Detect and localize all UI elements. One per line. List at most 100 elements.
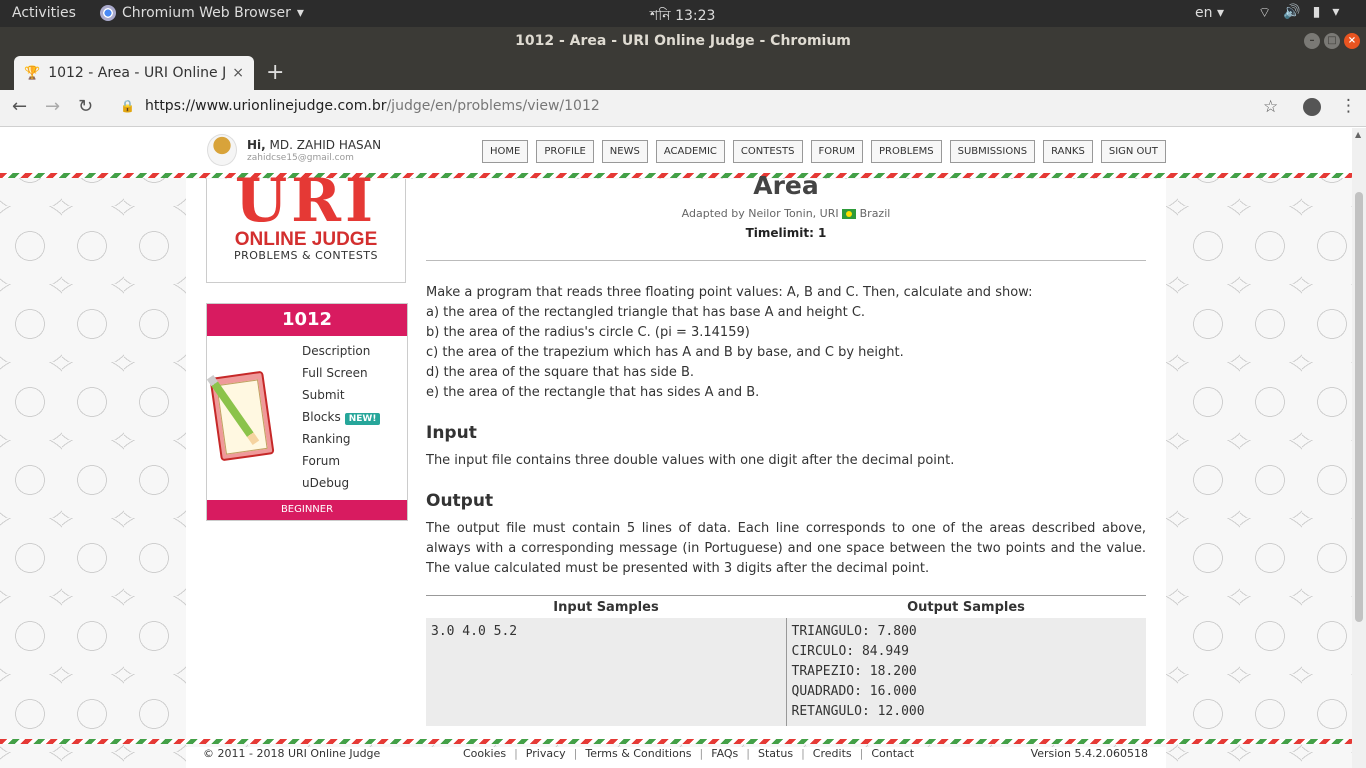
footer-link-privacy[interactable]: Privacy [526,747,566,760]
site-footer: © 2011 - 2018 URI Online Judge Cookies | P… [186,747,1166,768]
scrollbar-thumb[interactable] [1355,192,1363,622]
sidebar-item-label: Submit [302,388,345,402]
footer-links: Cookies | Privacy | Terms & Conditions | FAQs |… [463,747,914,760]
app-menu[interactable]: Chromium Web Browser ▾ [100,5,304,21]
sample-output-line: QUADRADO: 16.000 [791,683,917,699]
sample-output-line: TRAPEZIO: 18.200 [791,663,917,679]
nav-sign-out-button[interactable]: SIGN OUT [1100,140,1166,163]
description-line: b) the area of the radius's circle C. (p… [426,325,750,340]
scroll-up-icon[interactable]: ▲ [1355,130,1361,139]
new-tab-button[interactable]: + [266,60,284,85]
footer-separator: | [699,747,704,760]
url-host: https://www.urionlinejudge.com.br [144,98,387,114]
sample-output-line: RETANGULO: 12.000 [791,703,925,719]
minimize-button[interactable]: – [1304,33,1320,49]
sidebar-item-blocks[interactable]: Blocks NEW! [302,408,381,430]
wifi-icon: ⌔ [1258,5,1272,21]
nav-news-button[interactable]: NEWS [601,140,648,163]
nav-contests-button[interactable]: CONTESTS [732,140,803,163]
window-controls: – □ × [1304,33,1360,49]
back-arrow-icon[interactable]: ← [12,96,27,117]
content-panel: URI ONLINE JUDGE PROBLEMS & CONTESTS 101… [186,171,1166,742]
page-viewport: Hi, MD. ZAHID HASAN zahidcse15@gmail.com… [0,128,1352,768]
sidebar-item-label: Description [302,344,371,358]
user-name: MD. ZAHID HASAN [269,138,382,152]
avatar[interactable] [207,134,237,166]
footer-link-credits[interactable]: Credits [813,747,852,760]
close-window-button[interactable]: × [1344,33,1360,49]
lock-icon: 🔒 [120,99,135,113]
nav-ranks-button[interactable]: RANKS [1043,140,1093,163]
logo-tagline: PROBLEMS & CONTESTS [233,249,379,262]
sidebar-item-label: uDebug [302,476,350,490]
input-heading: Input [426,423,477,443]
footer-separator: | [514,747,518,760]
output-heading: Output [426,491,494,511]
input-samples-header: Input Samples [553,600,659,616]
problem-main: Area Adapted by Neilor Tonin, URI Brazil… [426,173,1146,726]
nav-forum-button[interactable]: FORUM [810,140,864,163]
sample-input[interactable]: 3.0 4.0 5.2 [426,617,786,726]
nav-submissions-button[interactable]: SUBMISSIONS [949,140,1036,163]
window-title: 1012 - Area - URI Online Judge - Chromiu… [0,27,1366,56]
system-top-bar: Activities Chromium Web Browser ▾ শনি 13… [0,0,1366,27]
footer-link-faqs[interactable]: FAQs [711,747,738,760]
clipboard-icon [206,364,281,464]
sidebar-item-udebug[interactable]: uDebug [302,474,380,496]
tab-title: 1012 - Area - URI Online Ju [48,65,227,81]
sidebar-item-forum[interactable]: Forum [302,452,380,474]
footer-separator: | [746,747,751,760]
nav-profile-button[interactable]: PROFILE [536,140,594,163]
footer-link-terms-conditions[interactable]: Terms & Conditions [585,747,691,760]
nav-problems-button[interactable]: PROBLEMS [871,140,942,163]
site-logo[interactable]: URI ONLINE JUDGE PROBLEMS & CONTESTS [206,171,406,283]
vertical-scrollbar[interactable]: ▲ [1352,128,1366,768]
battery-icon: ▮ [1312,4,1321,20]
system-tray[interactable]: ⌔ 🔊 ▮ ▾ [1258,4,1339,22]
main-nav: HOME PROFILE NEWS ACADEMIC CONTESTS FORUM PROB… [482,140,1166,163]
chromium-icon [100,5,116,21]
close-tab-icon[interactable]: × [232,65,244,81]
clock[interactable]: শনি 13:23 [650,4,715,28]
sidebar-item-description[interactable]: Description [302,342,380,364]
nav-academic-button[interactable]: ACADEMIC [655,140,725,163]
user-email: zahidcse15@gmail.com [247,153,354,163]
language-label: en [1195,5,1213,21]
time-limit: Timelimit: 1 [745,226,827,240]
browser-tab[interactable]: 🏆 1012 - Area - URI Online Ju × [14,56,254,90]
description-line: a) the area of the rectangled triangle t… [426,305,866,320]
description-line: e) the area of the rectangle that has si… [426,385,760,400]
bookmark-star-icon[interactable]: ☆ [1263,97,1278,117]
description-line: Make a program that reads three floating… [426,285,1033,300]
sample-output-line: TRIANGULO: 7.800 [791,623,917,639]
output-samples-header: Output Samples [907,600,1025,616]
maximize-button[interactable]: □ [1324,33,1340,49]
footer-link-contact[interactable]: Contact [871,747,914,760]
divider [426,260,1146,261]
author-country: Brazil [859,207,891,220]
problem-sidebar: 1012 Description Full Screen Submit Blocks N… [206,303,408,521]
sidebar-item-full-screen[interactable]: Full Screen [302,364,380,386]
language-indicator[interactable]: en ▾ [1195,5,1224,21]
sample-output[interactable]: TRIANGULO: 7.800 CIRCULO: 84.949 TRAPEZIO:… [785,617,1146,726]
forward-arrow-icon[interactable]: → [45,96,60,117]
sidebar-item-submit[interactable]: Submit [302,386,380,408]
activities-button[interactable]: Activities [12,5,76,21]
browser-toolbar: ← → ↻ 🔒 https://www.urionlinejudge.com.b… [0,90,1366,127]
account-icon[interactable] [1303,98,1321,116]
problem-author: Adapted by Neilor Tonin, URI Brazil [426,207,1146,220]
logo-uri: URI [234,166,378,236]
address-bar[interactable]: 🔒 https://www.urionlinejudge.com.br/judg… [120,98,600,114]
output-text: The output file must contain 5 lines of … [426,521,1146,576]
footer-link-status[interactable]: Status [758,747,793,760]
reload-icon[interactable]: ↻ [78,96,93,117]
chevron-down-icon: ▾ [1332,4,1340,20]
footer-separator: | [859,747,864,760]
problem-number: 1012 [207,304,407,336]
footer-link-cookies[interactable]: Cookies [463,747,506,760]
sidebar-item-ranking[interactable]: Ranking [302,430,380,452]
difficulty-level: BEGINNER [207,500,407,520]
nav-home-button[interactable]: HOME [482,140,529,163]
user-greeting: Hi, MD. ZAHID HASAN [247,138,381,152]
kebab-menu-icon[interactable]: ⋮ [1340,96,1357,116]
